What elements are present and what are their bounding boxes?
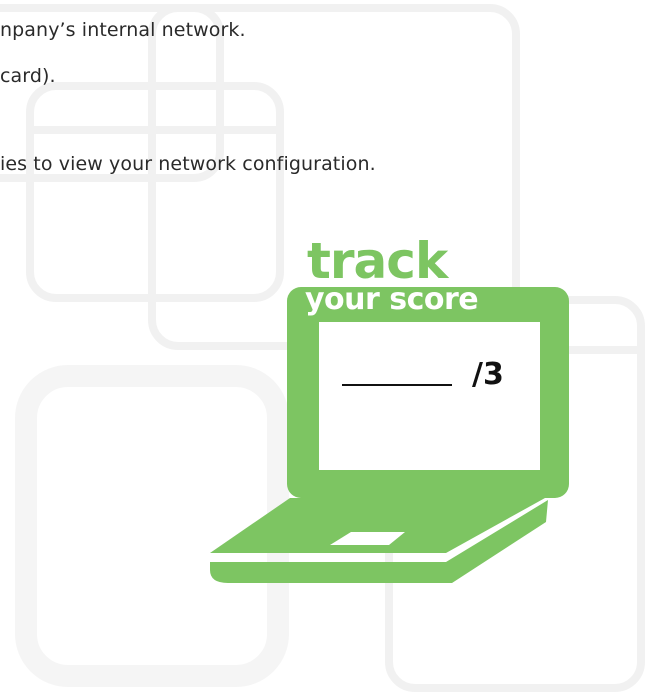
score-blank-line xyxy=(342,372,452,386)
laptop-icon xyxy=(210,287,569,583)
your-score-subtitle: your score xyxy=(305,282,479,317)
laptop-screen xyxy=(319,322,540,470)
score-total: /3 xyxy=(472,357,504,392)
track-title: track xyxy=(307,232,448,290)
